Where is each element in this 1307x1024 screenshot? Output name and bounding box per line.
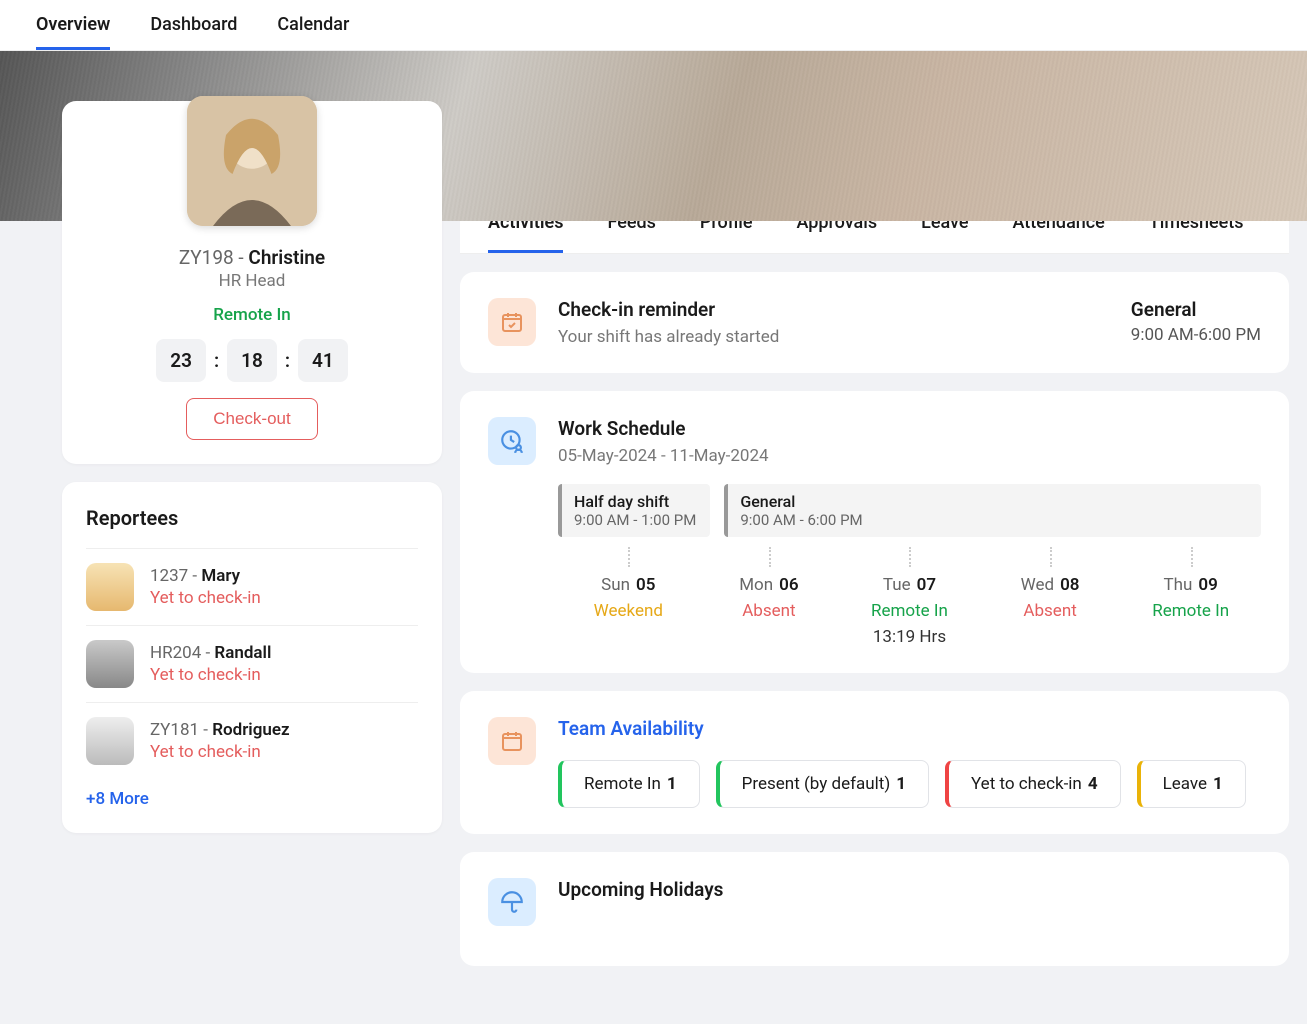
work-schedule-panel: Work Schedule 05-May-2024 - 11-May-2024 … — [460, 391, 1289, 673]
availability-pill-leave[interactable]: Leave 1 — [1137, 760, 1246, 808]
profile-status: Remote In — [86, 305, 418, 325]
reportee-name-line: ZY181 - Rodriguez — [150, 720, 290, 740]
tab-calendar[interactable]: Calendar — [277, 0, 349, 50]
schedule-day: Thu09 Remote In — [1120, 547, 1261, 647]
reportee-status: Yet to check-in — [150, 665, 271, 685]
availability-pill-present[interactable]: Present (by default) 1 — [716, 760, 929, 808]
checkin-shift-time: 9:00 AM-6:00 PM — [1131, 325, 1261, 345]
schedule-day: Wed08 Absent — [980, 547, 1121, 647]
profile-role: HR Head — [86, 271, 418, 291]
holidays-title: Upcoming Holidays — [558, 878, 1261, 901]
profile-card: ZY198 - Christine HR Head Remote In 23 :… — [62, 101, 442, 464]
timer-seconds: 41 — [298, 339, 348, 382]
timer-minutes: 18 — [227, 339, 277, 382]
reportee-status: Yet to check-in — [150, 588, 261, 608]
reportees-card: Reportees 1237 - Mary Yet to check-in HR… — [62, 482, 442, 833]
work-schedule-range: 05-May-2024 - 11-May-2024 — [558, 446, 1261, 466]
reportee-row[interactable]: 1237 - Mary Yet to check-in — [86, 548, 418, 625]
day-status: Weekend — [558, 601, 699, 621]
schedule-day: Mon06 Absent — [699, 547, 840, 647]
team-availability-title[interactable]: Team Availability — [558, 717, 1261, 740]
checkin-title: Check-in reminder — [558, 298, 1109, 321]
day-status: Remote In — [1120, 601, 1261, 621]
availability-pill-yet[interactable]: Yet to check-in 4 — [945, 760, 1121, 808]
profile-name: Christine — [248, 246, 325, 269]
reportee-avatar — [86, 563, 134, 611]
calendar-icon — [488, 717, 536, 765]
holidays-panel: Upcoming Holidays — [460, 852, 1289, 966]
top-nav-tabs: Overview Dashboard Calendar — [0, 0, 1307, 51]
profile-avatar — [187, 96, 317, 226]
reportee-status: Yet to check-in — [150, 742, 290, 762]
reportee-avatar — [86, 640, 134, 688]
tab-overview[interactable]: Overview — [36, 0, 110, 50]
reportee-name-line: HR204 - Randall — [150, 643, 271, 663]
reportee-name-line: 1237 - Mary — [150, 566, 261, 586]
checkin-subtitle: Your shift has already started — [558, 327, 1109, 347]
reportee-avatar — [86, 717, 134, 765]
calendar-check-icon — [488, 298, 536, 346]
work-timer: 23 : 18 : 41 — [156, 339, 348, 382]
checkin-reminder-panel: Check-in reminder Your shift has already… — [460, 272, 1289, 373]
umbrella-icon — [488, 878, 536, 926]
reportees-title: Reportees — [86, 506, 418, 530]
reportees-more-link[interactable]: +8 More — [86, 789, 149, 809]
timer-hours: 23 — [156, 339, 206, 382]
day-status: Absent — [980, 601, 1121, 621]
reportee-row[interactable]: ZY181 - Rodriguez Yet to check-in — [86, 702, 418, 779]
reportee-row[interactable]: HR204 - Randall Yet to check-in — [86, 625, 418, 702]
profile-id: ZY198 - — [179, 246, 249, 269]
checkin-shift-name: General — [1131, 298, 1261, 321]
day-status: Absent — [699, 601, 840, 621]
availability-pill-remote[interactable]: Remote In 1 — [558, 760, 700, 808]
schedule-day: Sun05 Weekend — [558, 547, 699, 647]
profile-id-name: ZY198 - Christine — [86, 246, 418, 269]
shift-block: Half day shift 9:00 AM - 1:00 PM — [558, 484, 710, 537]
work-schedule-title: Work Schedule — [558, 417, 1261, 440]
schedule-day: Tue07 Remote In 13:19 Hrs — [839, 547, 980, 647]
checkout-button[interactable]: Check-out — [186, 398, 317, 440]
day-status: Remote In — [839, 601, 980, 621]
day-hours: 13:19 Hrs — [839, 627, 980, 647]
clock-user-icon — [488, 417, 536, 465]
shift-block: General 9:00 AM - 6:00 PM — [724, 484, 1261, 537]
tab-dashboard[interactable]: Dashboard — [150, 0, 237, 50]
team-availability-panel: Team Availability Remote In 1 Present (b… — [460, 691, 1289, 834]
schedule-timeline: Sun05 Weekend Mon06 Absent Tue07 Remote … — [558, 547, 1261, 647]
